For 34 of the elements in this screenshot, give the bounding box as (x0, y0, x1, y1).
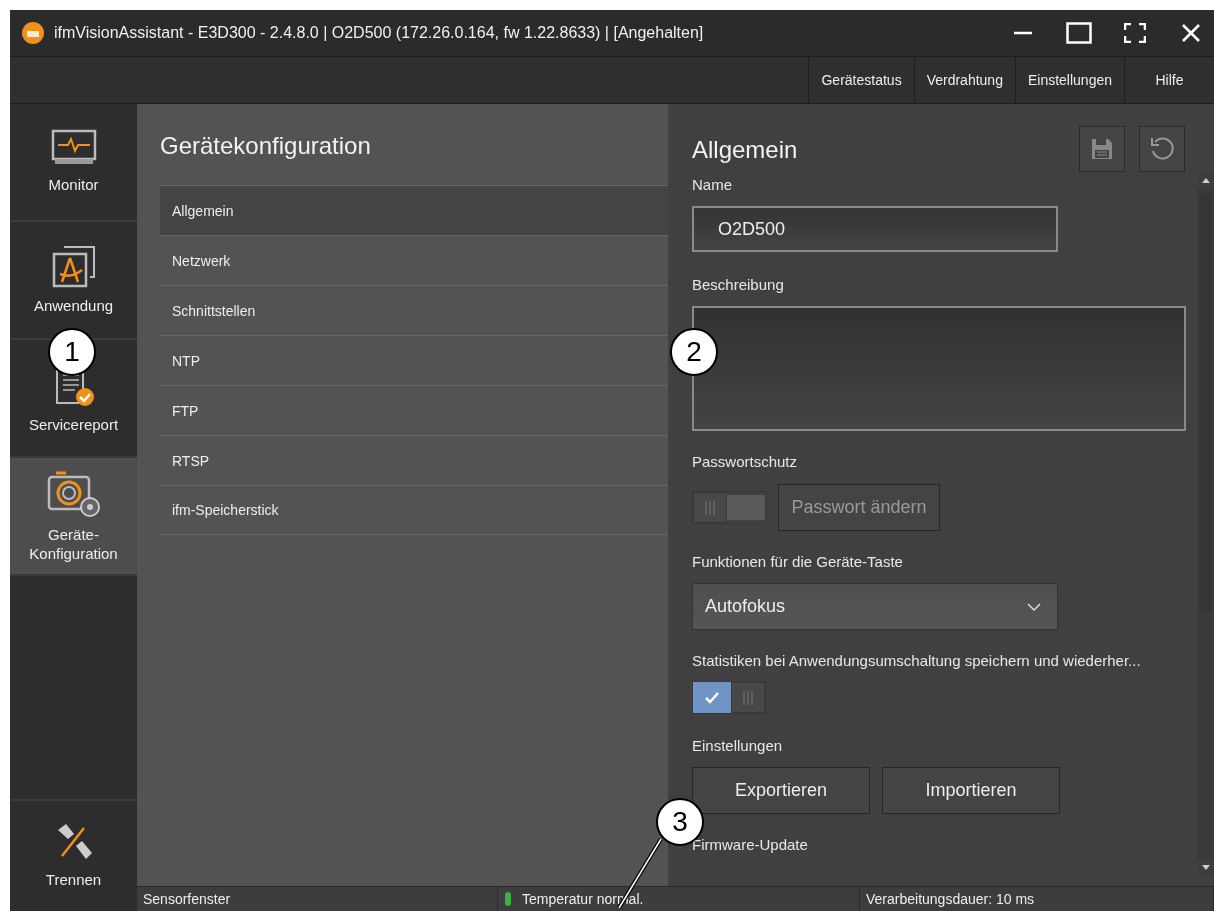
field-label: Statistiken bei Anwendungsumschaltung speichern und wiederher... (692, 652, 1142, 669)
chevron-down-icon (1027, 602, 1041, 611)
thermometer-icon (504, 891, 512, 907)
export-button[interactable]: Exportieren (692, 767, 870, 814)
name-field[interactable]: O2D500 (692, 206, 1058, 252)
function-dropdown[interactable]: Autofokus (692, 583, 1058, 630)
field-label: Passwortschutz (692, 453, 799, 470)
field-label: Beschreibung (692, 276, 785, 293)
window-title: ifmVisionAssistant - E3D300 - 2.4.8.0 | O2D500 (172.26.0.164, fw 1.22.8633) | [Angehalten] (54, 24, 705, 42)
import-button[interactable]: Importieren (882, 767, 1060, 814)
menu-item[interactable]: Verdrahtung (913, 57, 1015, 103)
field-label: Einstellungen (692, 737, 784, 754)
menu-item[interactable]: Gerätestatus (808, 57, 914, 103)
panel-title: Allgemein (692, 136, 799, 165)
toggle-switch[interactable] (692, 491, 766, 524)
save-button[interactable] (1079, 126, 1125, 172)
reset-button[interactable] (1139, 126, 1185, 172)
field-label: Name (692, 176, 733, 193)
check-icon (705, 691, 719, 704)
field-label: Funktionen für die Geräte-Taste (692, 553, 904, 570)
config-list-item[interactable]: ifm-Speicherstick (160, 485, 668, 535)
scroll-up-icon[interactable] (1201, 178, 1210, 183)
logo-icon (22, 22, 44, 44)
menu-item[interactable]: Einstellungen (1014, 57, 1124, 103)
sidebar-item[interactable]: Geräte- Konfiguration (10, 458, 137, 576)
config-list-item[interactable]: Allgemein (160, 185, 668, 235)
scroll-down-icon[interactable] (1201, 865, 1210, 870)
save-icon (1091, 138, 1113, 160)
section-title: Gerätekonfiguration (160, 132, 372, 161)
toggle-switch[interactable] (692, 681, 766, 714)
status-text: Verarbeitungsdauer: 10 ms (866, 891, 1035, 907)
undo-icon (1149, 136, 1175, 162)
status-text: Sensorfenster (143, 891, 231, 907)
menu-item[interactable]: Hilfe (1124, 57, 1214, 103)
